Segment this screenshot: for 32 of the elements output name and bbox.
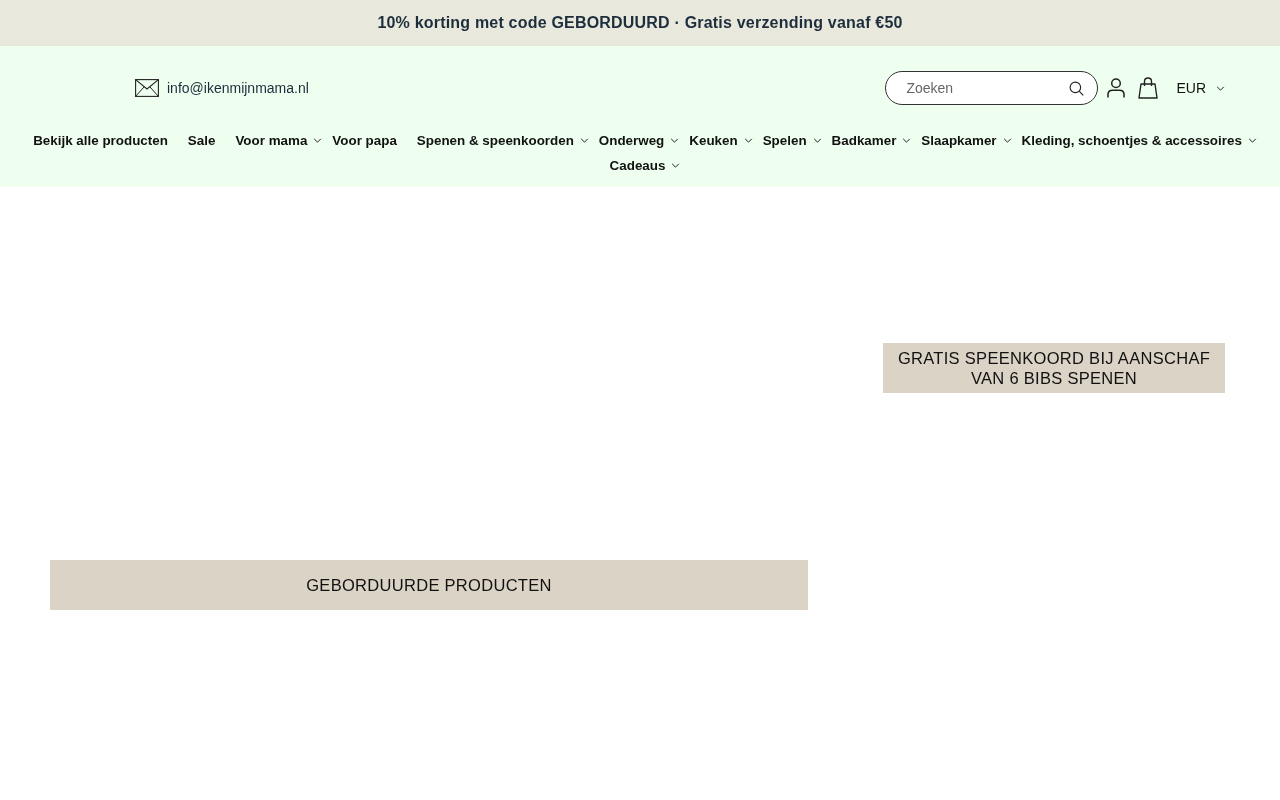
nav-link[interactable]: Sale (177, 128, 226, 153)
nav-link[interactable]: Slaapkamer (911, 128, 1012, 153)
promo-banner[interactable]: GEBORDUURDE PRODUCTEN (50, 560, 808, 610)
chevron-down-icon (743, 138, 753, 143)
nav-link[interactable]: Bekijk alle producten (23, 128, 178, 153)
account-icon[interactable] (1107, 78, 1126, 98)
nav-link[interactable]: Voor mama (225, 128, 323, 153)
chevron-down-icon (671, 163, 681, 168)
chevron-down-icon (1216, 85, 1225, 91)
nav-link[interactable]: Kleding, schoentjes & accessoires (1011, 128, 1257, 153)
envelope-icon (135, 79, 159, 97)
chevron-down-icon (670, 138, 680, 143)
search-field[interactable]: Zoeken (885, 71, 1099, 105)
chevron-down-icon (1002, 138, 1012, 143)
nav-link[interactable]: Cadeaus (599, 153, 681, 178)
chevron-down-icon (902, 138, 912, 143)
promo-banner[interactable]: GRATIS SPEENKOORD BIJ AANSCHAF VAN 6 BIBS SPENEN (883, 343, 1225, 393)
nav-link[interactable]: Keuken (679, 128, 753, 153)
chevron-down-icon (1247, 138, 1257, 143)
chevron-down-icon (313, 138, 323, 143)
announcement-text: 10% korting met code GEBORDUURD · Gratis verzending vanaf €50 (377, 14, 903, 32)
nav-link[interactable]: Onderweg (588, 128, 680, 153)
nav-link[interactable]: Voor papa (322, 128, 407, 153)
nav-link[interactable]: Spelen (752, 128, 822, 153)
search-icon[interactable] (1069, 81, 1085, 96)
nav-link[interactable]: Badkamer (821, 128, 912, 153)
chevron-down-icon (579, 138, 589, 143)
email-link[interactable]: info@ikenmijnmama.nl (135, 79, 309, 97)
shopping-bag-icon[interactable] (1138, 77, 1159, 99)
currency-selector[interactable]: EUR (1176, 80, 1225, 96)
nav-link[interactable]: Spenen & speenkoorden (406, 128, 589, 153)
chevron-down-icon (812, 138, 822, 143)
